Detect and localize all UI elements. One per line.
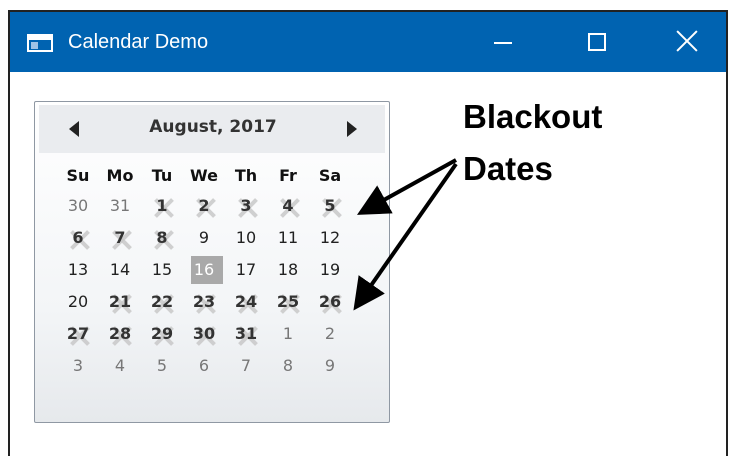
day-number: 28: [108, 324, 132, 343]
app-window: Calendar Demo August, 2017 Su Mo Tu We Th Fr S…: [8, 10, 728, 456]
day-number: 10: [235, 228, 257, 247]
day-number: 26: [318, 292, 342, 311]
day-number: 30: [192, 324, 216, 343]
day-number: 6: [72, 228, 84, 247]
day-number: 3: [240, 196, 252, 215]
day-number: 4: [282, 196, 294, 215]
day-number: 14: [109, 260, 131, 279]
day-number: 2: [198, 196, 210, 215]
day-number: 4: [114, 356, 126, 375]
day-number: 21: [108, 292, 132, 311]
day-number: 11: [277, 228, 299, 247]
day-number: 20: [67, 292, 89, 311]
day-number: 1: [156, 196, 168, 215]
day-number: 15: [151, 260, 173, 279]
day-number: 18: [277, 260, 299, 279]
day-number: 19: [319, 260, 341, 279]
day-number: 16: [193, 260, 215, 279]
day-number: 9: [198, 228, 210, 247]
day-number: 2: [324, 324, 336, 343]
day-number: 7: [240, 356, 252, 375]
day-number: 24: [234, 292, 258, 311]
day-number: 25: [276, 292, 300, 311]
day-number: 6: [198, 356, 210, 375]
day-number: 8: [156, 228, 168, 247]
day-number: 29: [150, 324, 174, 343]
day-number: 3: [72, 356, 84, 375]
day-number: 27: [66, 324, 90, 343]
day-number: 31: [109, 196, 131, 215]
day-number: 1: [282, 324, 294, 343]
day-number: 13: [67, 260, 89, 279]
day-number: 30: [67, 196, 89, 215]
day-number: 9: [324, 356, 336, 375]
day-number: 23: [192, 292, 216, 311]
day-number: 22: [150, 292, 174, 311]
day-number: 7: [114, 228, 126, 247]
day-number: 31: [234, 324, 258, 343]
day-number: 17: [235, 260, 257, 279]
day-number: 12: [319, 228, 341, 247]
day-number: 5: [324, 196, 336, 215]
day-number: 8: [282, 356, 294, 375]
day-number: 5: [156, 356, 168, 375]
